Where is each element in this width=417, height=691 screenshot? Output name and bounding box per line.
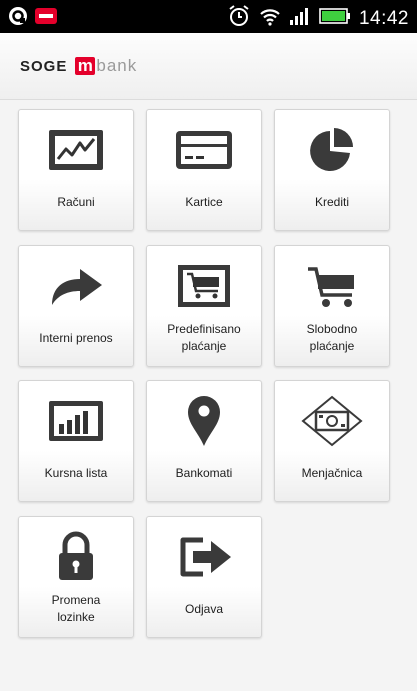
menu-tile-label: Menjačnica (301, 465, 363, 480)
menu-tile-kursna-lista[interactable]: Kursna lista (18, 380, 134, 502)
menu-tile-krediti[interactable]: Krediti (274, 109, 390, 231)
menu-tile-racuni[interactable]: Računi (18, 109, 134, 231)
menu-tile-label: Krediti (314, 194, 349, 209)
menu-tile-label: Bankomati (175, 465, 233, 480)
menu-tile-label: Interni prenos (39, 330, 113, 345)
menu-tile-label: Odjava (184, 601, 224, 616)
menu-tile-label: Računi (57, 194, 95, 209)
menu-tile-promena-lozinke[interactable]: Promena lozinke (18, 516, 134, 638)
menu-tile-label: Slobodno plaćanje (306, 322, 358, 353)
menu-tile-odjava[interactable]: Odjava (146, 516, 262, 638)
cart-icon (275, 260, 389, 312)
main-menu-grid: Računi Kartice Krediti Interni prenos Pr… (0, 0, 417, 691)
menu-tile-predefinisano-placanje[interactable]: Predefinisano plaćanje (146, 245, 262, 367)
menu-tile-slobodno-placanje[interactable]: Slobodno plaćanje (274, 245, 390, 367)
menu-tile-menjacnica[interactable]: Menjačnica (274, 380, 390, 502)
lock-icon (19, 531, 133, 583)
menu-tile-label: Predefinisano plaćanje (167, 322, 241, 353)
menu-tile-label: Kursna lista (44, 465, 108, 480)
menu-tile-kartice[interactable]: Kartice (146, 109, 262, 231)
menu-tile-label: Kartice (185, 194, 223, 209)
menu-tile-bankomati[interactable]: Bankomati (146, 380, 262, 502)
menu-tile-interni-prenos[interactable]: Interni prenos (18, 245, 134, 367)
menu-tile-label: Promena lozinke (51, 593, 101, 624)
cart-framed-icon (147, 260, 261, 312)
